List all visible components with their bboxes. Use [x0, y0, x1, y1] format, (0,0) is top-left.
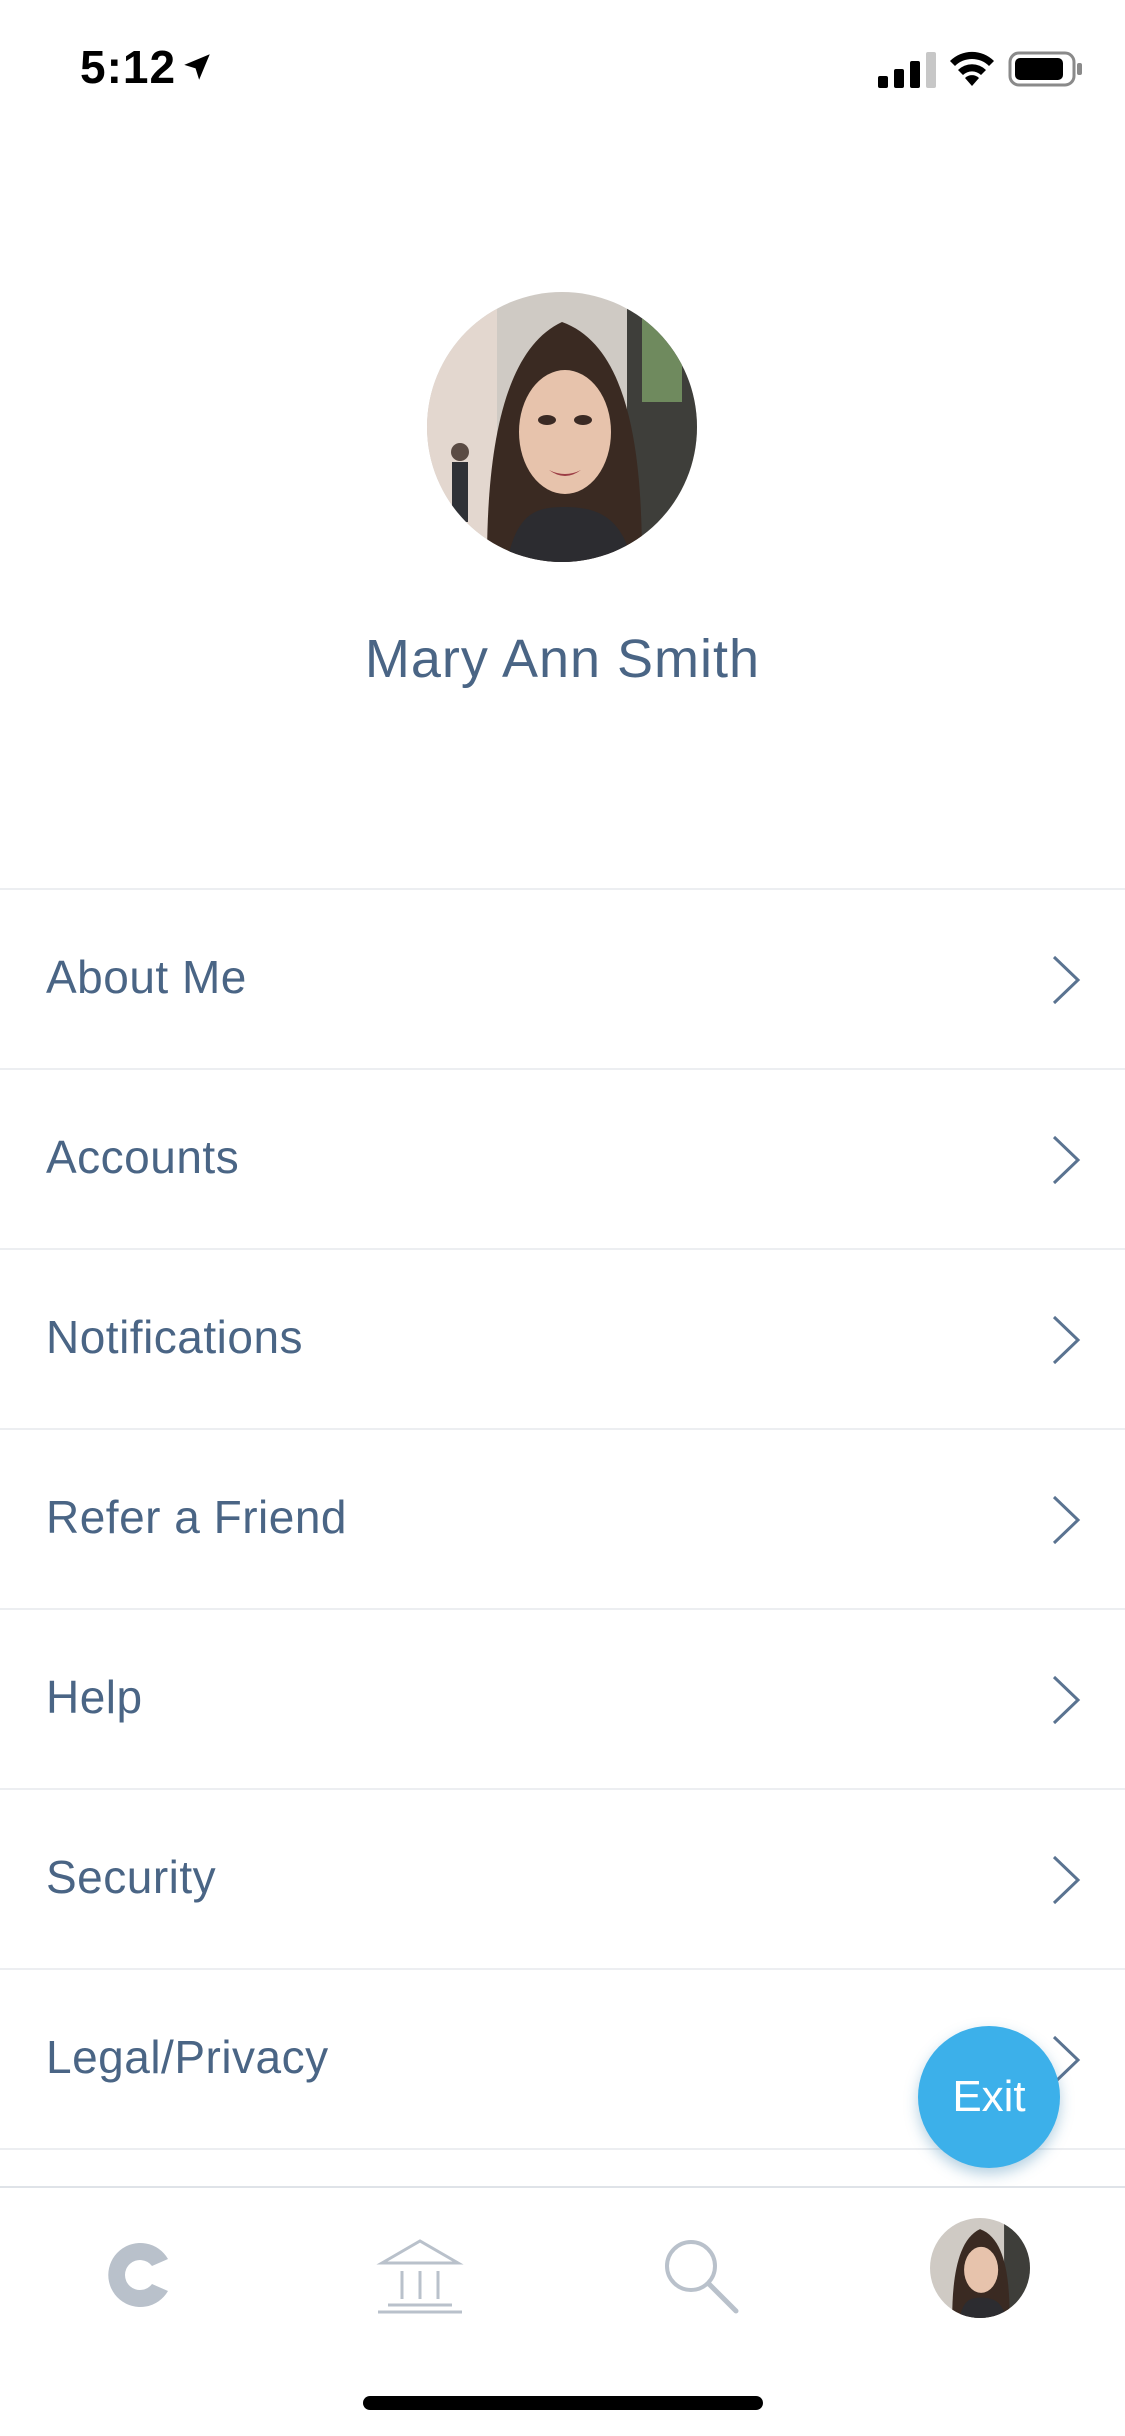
status-time: 5:12 — [80, 41, 177, 93]
menu-item-label: Notifications — [46, 1311, 304, 1363]
chevron-right-icon — [1052, 1495, 1081, 1545]
menu-item-label: Refer a Friend — [46, 1491, 348, 1543]
home-logo-icon — [108, 2243, 168, 2307]
tab-accounts[interactable] — [365, 2220, 475, 2330]
exit-button[interactable]: Exit — [918, 2026, 1060, 2168]
wifi-icon — [950, 51, 994, 86]
tab-profile[interactable] — [930, 2218, 1030, 2318]
cellular-signal-icon — [878, 52, 936, 88]
search-icon — [665, 2240, 739, 2314]
menu-item-about-me[interactable]: About Me — [0, 890, 1125, 1070]
profile-avatar-icon — [930, 2218, 1030, 2318]
menu-item-label: Help — [46, 1671, 143, 1723]
location-arrow-icon — [184, 54, 210, 80]
tab-search[interactable] — [645, 2220, 755, 2330]
chevron-right-icon — [1052, 1315, 1081, 1365]
menu-item-security[interactable]: Security — [0, 1790, 1125, 1970]
profile-avatar[interactable] — [427, 292, 697, 562]
home-indicator — [363, 2396, 763, 2410]
menu-item-label: About Me — [46, 951, 247, 1003]
menu-item-label: Accounts — [46, 1131, 240, 1183]
menu-item-accounts[interactable]: Accounts — [0, 1070, 1125, 1250]
menu-item-refer-a-friend[interactable]: Refer a Friend — [0, 1430, 1125, 1610]
chevron-right-icon — [1052, 1135, 1081, 1185]
battery-icon — [1008, 51, 1082, 87]
bank-icon — [376, 2239, 464, 2314]
menu-item-label: Legal/Privacy — [46, 2031, 329, 2083]
chevron-right-icon — [1052, 1675, 1081, 1725]
menu-item-notifications[interactable]: Notifications — [0, 1250, 1125, 1430]
chevron-right-icon — [1052, 955, 1081, 1005]
menu-item-label: Security — [46, 1851, 217, 1903]
profile-photo — [427, 292, 697, 562]
tab-home[interactable] — [85, 2220, 195, 2330]
status-bar: 5:12 — [0, 0, 1125, 140]
settings-menu: About Me Accounts Notifications Refer a … — [0, 888, 1125, 2150]
chevron-right-icon — [1052, 1855, 1081, 1905]
profile-name: Mary Ann Smith — [364, 629, 761, 689]
menu-item-help[interactable]: Help — [0, 1610, 1125, 1790]
